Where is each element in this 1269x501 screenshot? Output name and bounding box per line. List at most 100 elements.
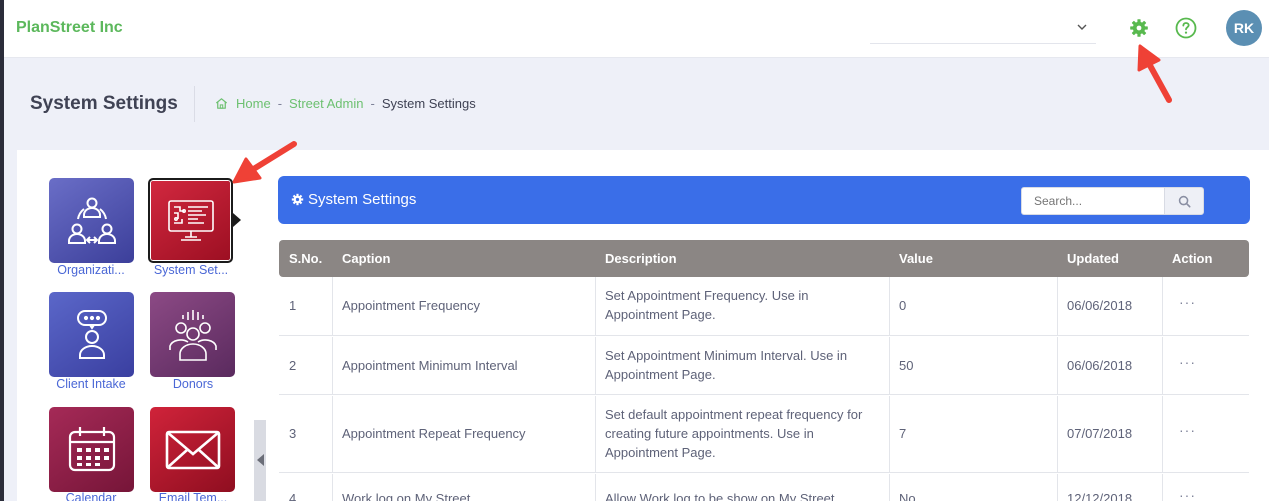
- donors-group-icon: [168, 309, 217, 361]
- search-input[interactable]: [1021, 187, 1165, 215]
- search-button[interactable]: [1164, 187, 1204, 215]
- cell-sno: 3: [289, 426, 297, 441]
- row-actions-menu[interactable]: ···: [1179, 294, 1196, 310]
- settings-title-bar: System Settings: [278, 176, 1250, 224]
- breadcrumb-street-admin[interactable]: Street Admin: [289, 96, 363, 111]
- user-avatar[interactable]: RK: [1226, 10, 1262, 46]
- tile-label-email-templates[interactable]: Email Tem...: [147, 491, 239, 501]
- tile-label-organization[interactable]: Organizati...: [45, 263, 137, 277]
- row-actions-menu[interactable]: ···: [1179, 422, 1196, 438]
- cell-divider: [889, 337, 890, 395]
- search-icon: [1178, 195, 1191, 208]
- tile-donors[interactable]: [150, 292, 235, 377]
- cell-sno: 1: [289, 298, 297, 313]
- gear-icon: [1130, 19, 1148, 37]
- calendar-icon: [68, 426, 115, 471]
- cell-sno: 2: [289, 358, 297, 373]
- cell-divider: [1162, 277, 1163, 336]
- cell-value: No: [899, 491, 916, 501]
- column-header-action: Action: [1172, 251, 1213, 266]
- column-header-caption[interactable]: Caption: [342, 251, 390, 266]
- breadcrumb-separator: -: [277, 96, 283, 111]
- subheader: System Settings Home - Street Admin - Sy…: [4, 60, 1269, 148]
- tile-label-system-settings[interactable]: System Set...: [145, 263, 237, 277]
- page-title: System Settings: [30, 93, 178, 114]
- cell-divider: [595, 277, 596, 336]
- cell-value: 50: [899, 358, 914, 373]
- tile-email-templates[interactable]: [150, 407, 235, 492]
- chevron-down-icon: [1076, 20, 1088, 36]
- tile-client-intake[interactable]: [49, 292, 134, 377]
- table-row[interactable]: 2 Appointment Minimum Interval Set Appoi…: [279, 337, 1249, 395]
- cell-divider: [332, 337, 333, 395]
- cell-divider: [332, 474, 333, 501]
- collapse-arrow-icon[interactable]: [257, 454, 264, 466]
- tile-system-settings[interactable]: [148, 178, 233, 263]
- settings-gear-button[interactable]: [1127, 16, 1151, 40]
- cell-sno: 4: [289, 491, 297, 501]
- table-row[interactable]: 3 Appointment Repeat Frequency Set defau…: [279, 396, 1249, 473]
- cell-divider: [595, 396, 596, 473]
- help-button[interactable]: [1174, 16, 1198, 40]
- home-icon[interactable]: [214, 96, 229, 111]
- cell-divider: [332, 277, 333, 336]
- cell-updated: 06/06/2018: [1067, 298, 1133, 313]
- cell-caption: Appointment Frequency: [342, 298, 481, 313]
- breadcrumb-home[interactable]: Home: [236, 96, 271, 111]
- column-header-sno[interactable]: S.No.: [289, 251, 322, 266]
- cell-divider: [1057, 396, 1058, 473]
- computer-code-icon: [167, 199, 214, 241]
- brand-name[interactable]: PlanStreet Inc: [16, 19, 123, 37]
- cell-description: Set default appointment repeat frequency…: [605, 407, 863, 460]
- main-panel: Organizati... System Set... Client Intak…: [17, 150, 1269, 501]
- table-header: S.No. Caption Description Value Updated …: [279, 240, 1249, 277]
- tile-label-calendar[interactable]: Calendar: [45, 491, 137, 501]
- column-header-value[interactable]: Value: [899, 251, 933, 266]
- cell-divider: [595, 337, 596, 395]
- tile-label-client-intake[interactable]: Client Intake: [45, 377, 137, 391]
- cell-divider: [889, 277, 890, 336]
- cog-icon: [291, 193, 304, 206]
- column-header-updated[interactable]: Updated: [1067, 251, 1119, 266]
- help-circle-icon: [1175, 17, 1197, 39]
- cell-caption: Work log on My Street: [342, 491, 471, 501]
- breadcrumb-separator: -: [370, 96, 375, 111]
- cell-updated: 06/06/2018: [1067, 358, 1133, 373]
- cell-value: 0: [899, 298, 907, 313]
- table-row[interactable]: 1 Appointment Frequency Set Appointment …: [279, 277, 1249, 336]
- cell-divider: [1162, 474, 1163, 501]
- cell-divider: [1162, 337, 1163, 395]
- cell-value: 7: [899, 426, 907, 441]
- cell-divider: [889, 474, 890, 501]
- cell-description: Set Appointment Minimum Interval. Use in…: [605, 348, 848, 382]
- column-header-description[interactable]: Description: [605, 251, 677, 266]
- client-intake-icon: [76, 309, 107, 359]
- row-actions-menu[interactable]: ···: [1179, 487, 1196, 501]
- cell-divider: [1057, 474, 1058, 501]
- cell-description: Set Appointment Frequency. Use in Appoin…: [605, 288, 809, 322]
- cell-divider: [332, 396, 333, 473]
- cell-caption: Appointment Repeat Frequency: [342, 426, 526, 441]
- organization-select[interactable]: [870, 16, 1096, 44]
- top-header: PlanStreet Inc RK: [4, 0, 1269, 58]
- row-actions-menu[interactable]: ···: [1179, 354, 1196, 370]
- cell-divider: [1162, 396, 1163, 473]
- tile-calendar[interactable]: [49, 407, 134, 492]
- cell-divider: [595, 474, 596, 501]
- cell-divider: [889, 396, 890, 473]
- table-row[interactable]: 4 Work log on My Street Allow Work log t…: [279, 474, 1249, 501]
- cell-description: Allow Work log to be show on My Street: [605, 491, 835, 501]
- organization-icon: [67, 197, 116, 244]
- selected-tile-pointer: [233, 213, 241, 227]
- tile-organization[interactable]: [49, 178, 134, 263]
- tile-label-donors[interactable]: Donors: [147, 377, 239, 391]
- settings-title: System Settings: [291, 191, 416, 208]
- cell-caption: Appointment Minimum Interval: [342, 358, 518, 373]
- cell-divider: [1057, 337, 1058, 395]
- envelope-icon: [165, 430, 220, 469]
- cell-updated: 12/12/2018: [1067, 491, 1133, 501]
- cell-updated: 07/07/2018: [1067, 426, 1133, 441]
- settings-title-text: System Settings: [308, 191, 417, 208]
- cell-divider: [1057, 277, 1058, 336]
- subheader-divider: [194, 86, 195, 122]
